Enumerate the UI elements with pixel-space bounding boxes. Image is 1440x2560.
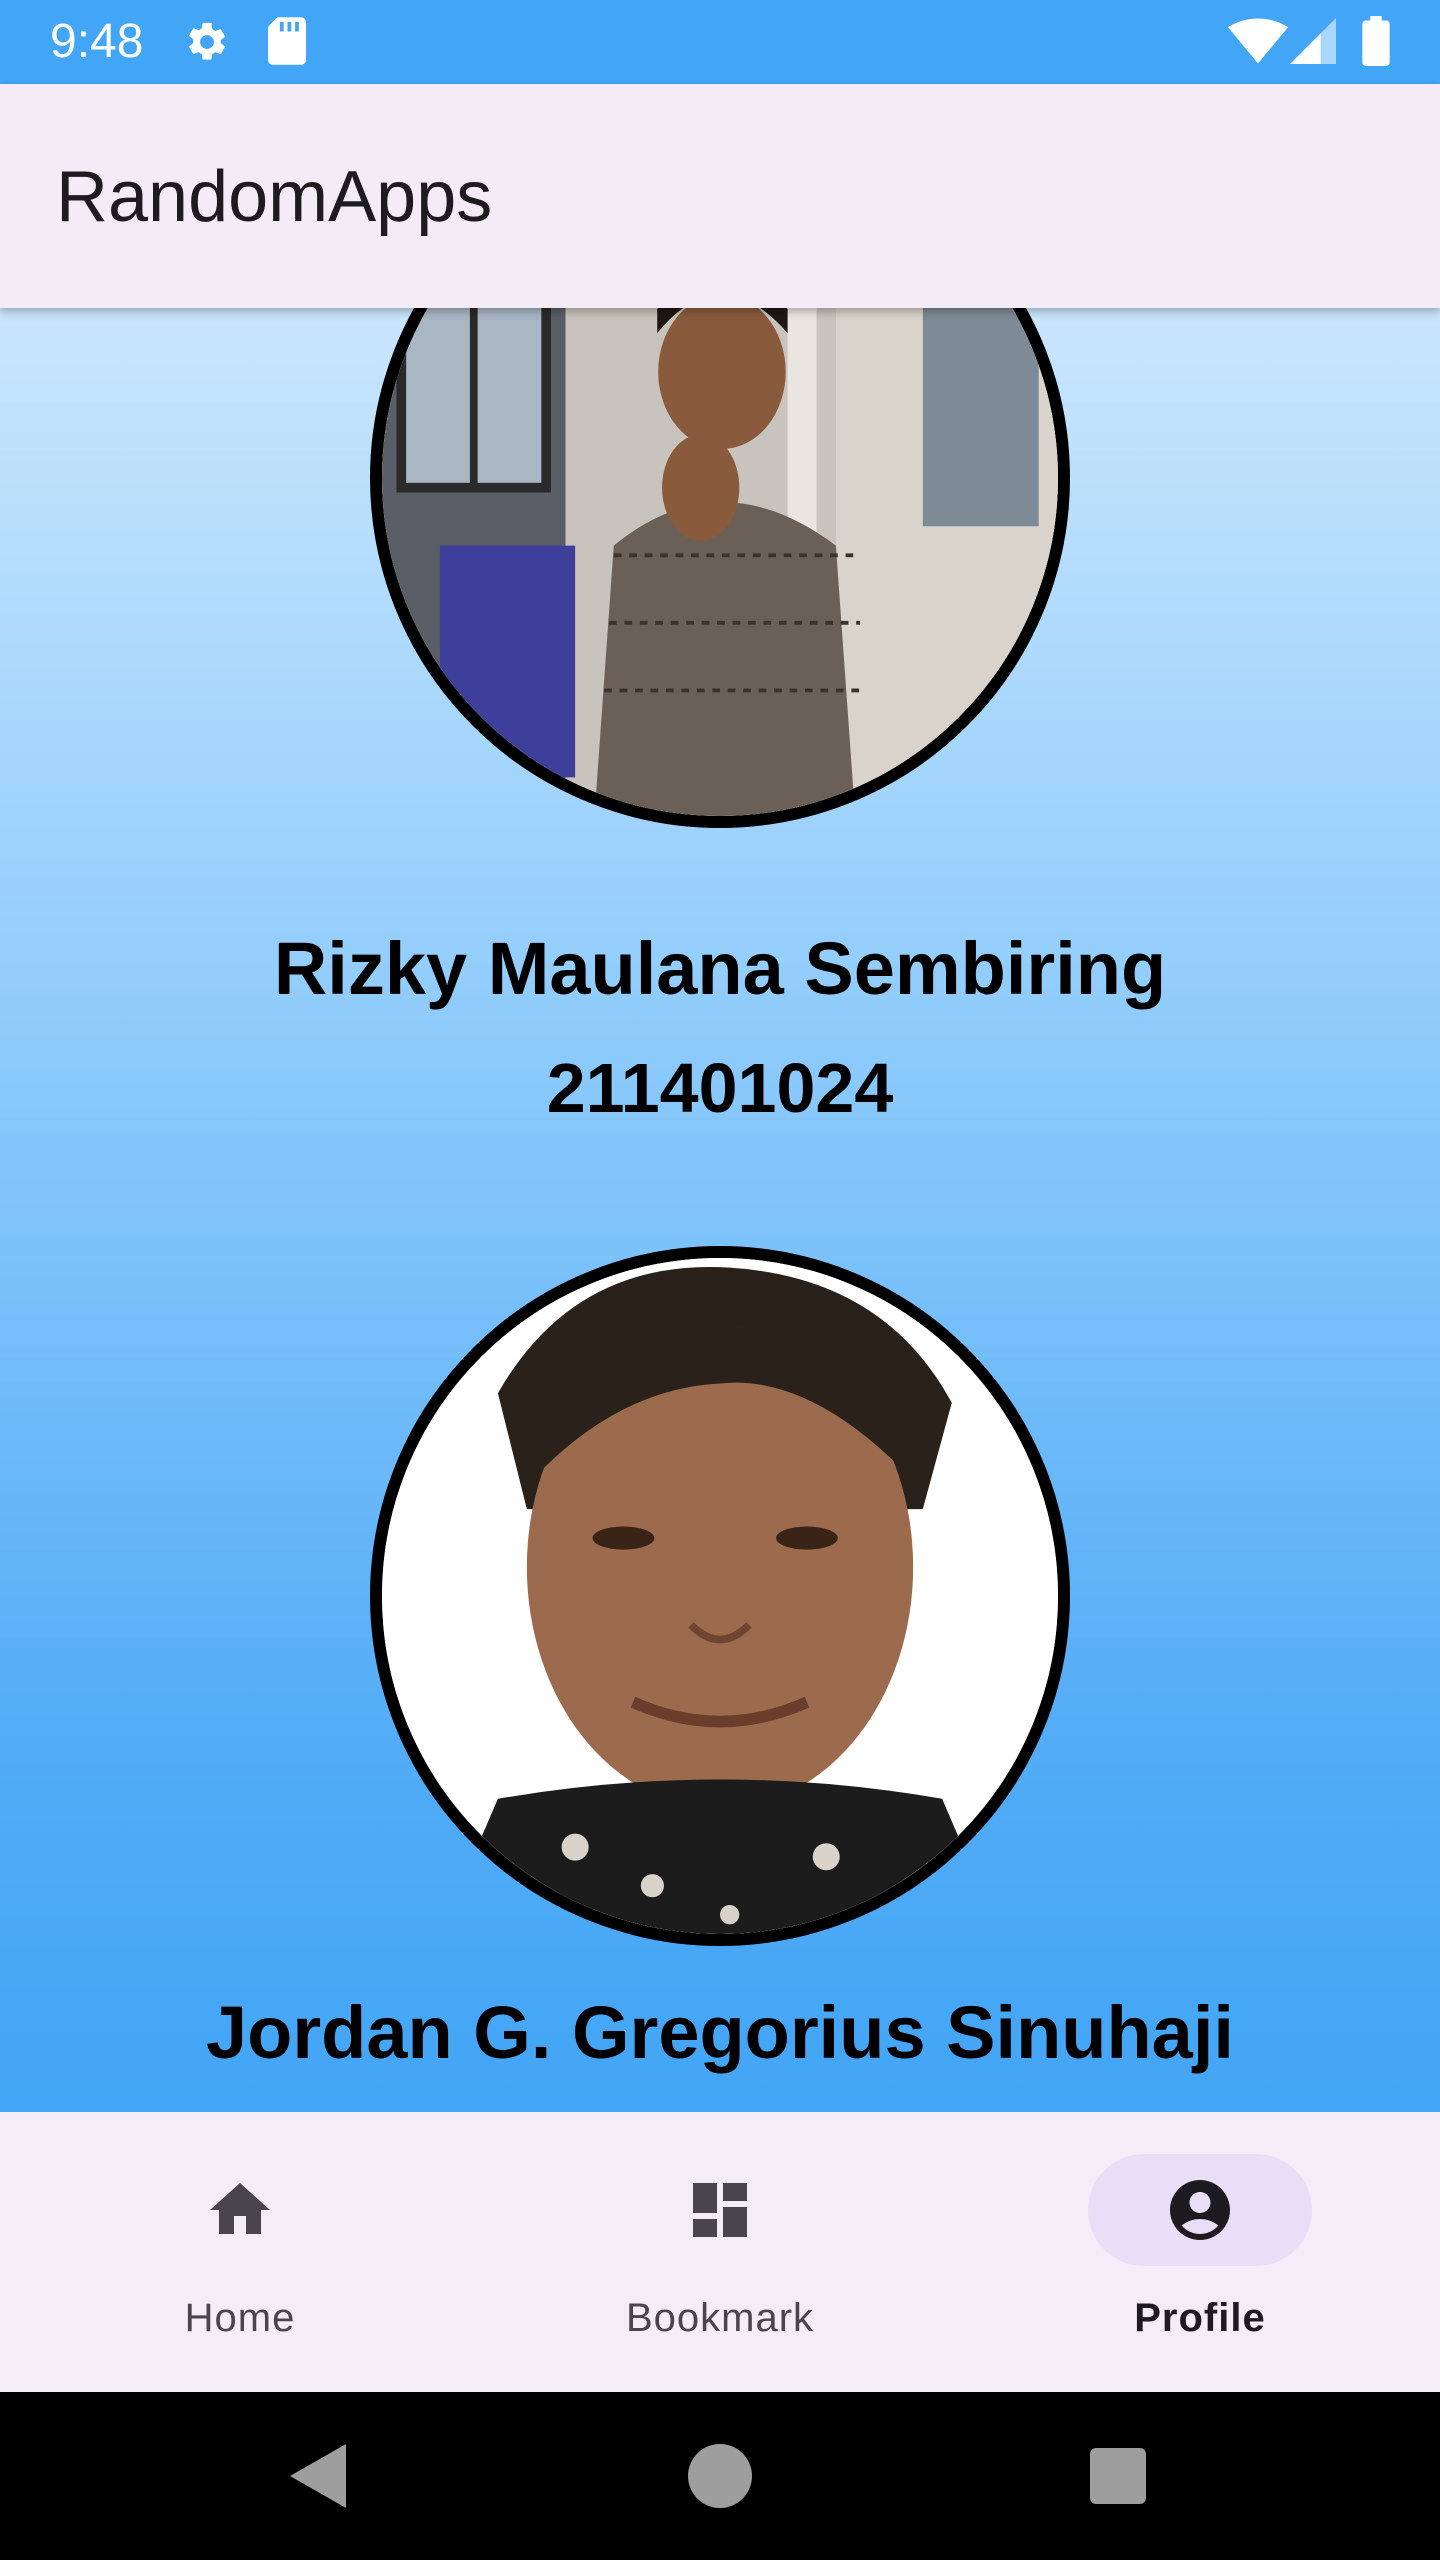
nav-item-profile[interactable]: Profile bbox=[960, 2112, 1440, 2392]
dashboard-icon bbox=[693, 2183, 747, 2237]
top-app-bar: RandomApps bbox=[0, 84, 1440, 308]
phone-screen: 9:48 RandomApps Rizky Maulana Sembiring … bbox=[0, 0, 1440, 2560]
battery-icon bbox=[1362, 16, 1390, 66]
bottom-navigation: Home Bookmark Profile bbox=[0, 2112, 1440, 2392]
status-time: 9:48 bbox=[50, 15, 144, 68]
app-title: RandomApps bbox=[56, 157, 493, 237]
back-icon[interactable] bbox=[278, 2436, 358, 2516]
signal-icon bbox=[1290, 18, 1336, 64]
status-bar: 9:48 bbox=[0, 0, 1440, 84]
account-circle-icon bbox=[1170, 2180, 1230, 2240]
profile-name: Jordan G. Gregorius Sinuhaji bbox=[206, 1991, 1234, 2074]
gear-icon bbox=[189, 22, 225, 60]
nav-item-bookmark[interactable]: Bookmark bbox=[480, 2112, 960, 2392]
nav-label: Home bbox=[184, 2296, 296, 2340]
sd-card-icon bbox=[268, 17, 306, 65]
system-navigation-bar bbox=[0, 2392, 1440, 2560]
profile-list[interactable]: Rizky Maulana Sembiring 211401024 Jordan… bbox=[0, 308, 1440, 2112]
home-circle-icon[interactable] bbox=[680, 2436, 760, 2516]
profile-name: Rizky Maulana Sembiring bbox=[273, 927, 1167, 1010]
profile-photo bbox=[370, 1246, 1070, 1946]
home-icon bbox=[210, 2183, 270, 2234]
wifi-icon bbox=[1228, 18, 1288, 64]
profile-nim: 211401024 bbox=[546, 1049, 894, 1127]
profile-photo bbox=[370, 308, 1070, 828]
nav-item-home[interactable]: Home bbox=[0, 2112, 480, 2392]
nav-label: Profile bbox=[1134, 2296, 1266, 2340]
nav-label: Bookmark bbox=[625, 2296, 815, 2340]
recents-icon[interactable] bbox=[1078, 2436, 1158, 2516]
